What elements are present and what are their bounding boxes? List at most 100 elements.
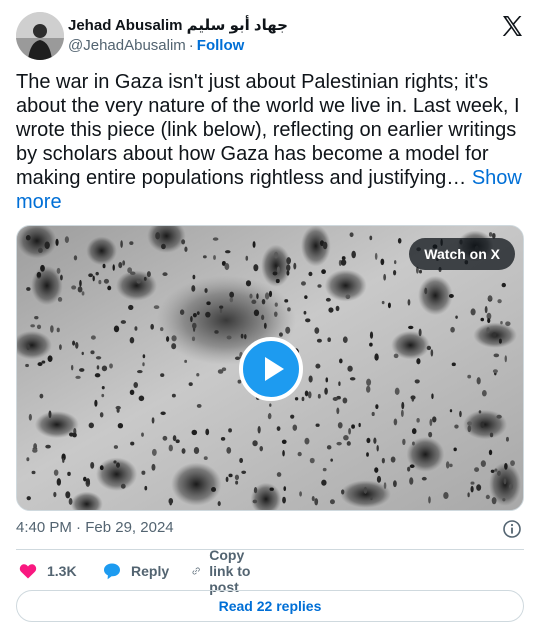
thumbnail-figure: [305, 318, 311, 323]
thumbnail-figure: [101, 385, 105, 390]
thumbnail-figure: [109, 363, 113, 369]
thumbnail-figure: [375, 404, 379, 410]
thumbnail-figure: [253, 487, 258, 494]
thumbnail-figure: [26, 287, 31, 291]
thumbnail-figure: [134, 326, 138, 331]
thumbnail-figure: [113, 325, 120, 333]
thumbnail-figure: [287, 307, 291, 312]
tweet-timestamp[interactable]: 4:40 PM · Feb 29, 2024: [16, 519, 174, 536]
thumbnail-figure: [274, 302, 278, 307]
thumbnail-figure: [160, 373, 165, 378]
thumbnail-figure: [370, 496, 373, 501]
avatar[interactable]: [16, 12, 64, 60]
thumbnail-figure: [445, 461, 450, 469]
thumbnail-figure: [324, 387, 328, 395]
thumbnail-figure: [272, 271, 278, 276]
thumbnail-figure: [292, 424, 298, 431]
read-replies-button[interactable]: Read 22 replies: [16, 590, 524, 622]
thumbnail-figure: [485, 494, 490, 500]
thumbnail-figure: [142, 354, 146, 359]
thumbnail-figure: [53, 491, 57, 498]
thumbnail-figure: [337, 422, 343, 429]
thumbnail-figure: [336, 441, 342, 446]
thumbnail-figure: [137, 369, 143, 374]
thumbnail-figure: [244, 333, 247, 340]
thumbnail-figure: [314, 498, 319, 506]
thumbnail-figure: [45, 444, 51, 449]
x-logo-icon[interactable]: [500, 14, 524, 38]
thumbnail-figure: [351, 250, 356, 259]
thumbnail-figure: [428, 496, 431, 504]
thumbnail-figure: [328, 307, 334, 313]
thumbnail-figure: [28, 413, 32, 421]
thumbnail-figure: [98, 279, 102, 285]
author-name[interactable]: Jehad Abusalim جهاد أبو سليم: [68, 16, 288, 34]
thumbnail-figure: [30, 324, 35, 328]
thumbnail-figure: [142, 362, 145, 367]
thumbnail-figure: [102, 263, 106, 269]
thumbnail-figure: [497, 470, 501, 476]
thumbnail-figure: [88, 273, 93, 278]
thumbnail-figure: [202, 255, 207, 259]
thumbnail-figure: [284, 299, 289, 303]
thumbnail-figure: [47, 355, 53, 362]
play-button[interactable]: [239, 337, 303, 401]
divider: [16, 549, 524, 550]
thumbnail-figure: [239, 457, 244, 464]
thumbnail-figure: [181, 448, 186, 454]
thumbnail-figure: [497, 299, 502, 304]
like-button[interactable]: 1.3K: [18, 560, 77, 582]
thumbnail-figure: [478, 410, 482, 414]
thumbnail-figure: [150, 323, 154, 330]
thumbnail-figure: [449, 463, 453, 468]
info-icon[interactable]: [502, 519, 522, 539]
thumbnail-figure: [339, 358, 343, 364]
thumbnail-figure: [394, 260, 397, 265]
thumbnail-shadow: [171, 462, 222, 506]
thumbnail-figure: [181, 239, 186, 245]
thumbnail-figure: [276, 426, 281, 431]
thumbnail-figure: [261, 298, 266, 305]
thumbnail-figure: [383, 482, 387, 489]
author-handle[interactable]: @JehadAbusalim: [68, 37, 186, 54]
thumbnail-figure: [171, 393, 176, 398]
tweet-time: 4:40 PM: [16, 519, 72, 536]
thumbnail-figure: [191, 285, 196, 292]
video-media[interactable]: Watch on X: [16, 225, 524, 511]
thumbnail-figure: [387, 302, 391, 309]
thumbnail-figure: [162, 272, 168, 277]
thumbnail-figure: [120, 320, 127, 324]
thumbnail-figure: [317, 284, 322, 288]
thumbnail-figure: [346, 441, 351, 446]
thumbnail-figure: [153, 305, 160, 310]
thumbnail-figure: [332, 396, 339, 401]
thumbnail-figure: [283, 486, 287, 492]
heart-icon: [19, 564, 37, 579]
thumbnail-figure: [366, 452, 369, 457]
thumbnail-figure: [155, 232, 161, 240]
copy-link-button[interactable]: Copy link to post: [192, 547, 256, 595]
follow-button[interactable]: Follow: [197, 37, 245, 54]
thumbnail-figure: [407, 299, 411, 306]
thumbnail-figure: [304, 437, 310, 445]
thumbnail-figure: [191, 336, 196, 342]
thumbnail-figure: [129, 241, 134, 245]
watch-on-x-button[interactable]: Watch on X: [409, 238, 515, 270]
thumbnail-figure: [498, 338, 502, 344]
reply-button[interactable]: Reply: [102, 560, 169, 582]
thumbnail-figure: [369, 342, 373, 347]
thumbnail-figure: [267, 413, 272, 420]
thumbnail-figure: [294, 397, 299, 401]
thumbnail-figure: [192, 312, 197, 318]
thumbnail-figure: [38, 247, 43, 253]
thumbnail-figure: [211, 486, 217, 492]
thumbnail-figure: [366, 385, 371, 393]
thumbnail-figure: [253, 264, 259, 272]
thumbnail-figure: [188, 382, 193, 387]
thumbnail-figure: [129, 337, 135, 344]
tweet-header: Jehad Abusalim جهاد أبو سليم @JehadAbusa…: [16, 12, 526, 60]
thumbnail-figure: [41, 360, 46, 364]
thumbnail-figure: [95, 356, 102, 360]
thumbnail-figure: [451, 362, 456, 367]
thumbnail-figure: [488, 449, 493, 456]
